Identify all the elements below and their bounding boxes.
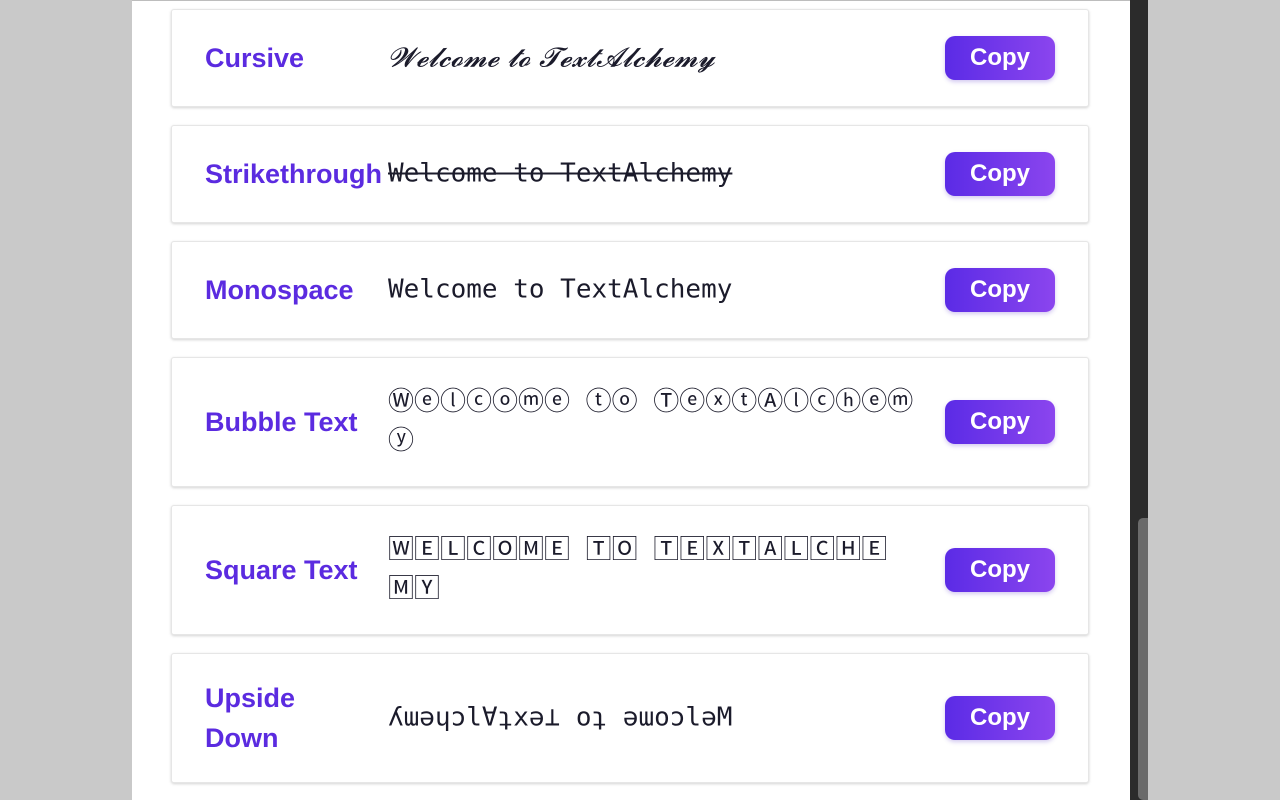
copy-button[interactable]: Copy xyxy=(945,36,1055,80)
style-name: Square Text xyxy=(205,555,358,585)
app-window: Cursive 𝓦𝓮𝓵𝓬𝓸𝓶𝓮 𝓽𝓸 𝓣𝓮𝔁𝓽𝓐𝓵𝓬𝓱𝓮𝓶𝔂 Copy Stri… xyxy=(132,0,1130,800)
style-sample: Ⓦⓔⓛⓒⓞⓜⓔ ⓣⓞ ⓉⓔⓧⓣⒶⓛⓒⓗⓔⓜⓨ xyxy=(388,387,914,456)
style-sample: Welcome to TextAlchemy xyxy=(388,158,733,189)
style-sample: 𝓦𝓮𝓵𝓬𝓸𝓶𝓮 𝓽𝓸 𝓣𝓮𝔁𝓽𝓐𝓵𝓬𝓱𝓮𝓶𝔂 xyxy=(388,42,715,74)
scrollbar-thumb[interactable] xyxy=(1138,518,1148,800)
copy-button[interactable]: Copy xyxy=(945,152,1055,196)
style-name: Monospace xyxy=(205,275,354,305)
copy-button[interactable]: Copy xyxy=(945,400,1055,444)
scrollbar[interactable] xyxy=(1130,0,1148,800)
style-card-strikethrough: Strikethrough Welcome to TextAlchemy Cop… xyxy=(171,125,1089,223)
style-card-upside-down: Upside Down ʎɯǝɥɔlⱯʇxǝ⊥ oʇ ǝɯoɔlǝM Copy xyxy=(171,653,1089,783)
style-sample: Welcome to TextAlchemy xyxy=(388,274,733,305)
style-card-monospace: Monospace Welcome to TextAlchemy Copy xyxy=(171,241,1089,339)
copy-button[interactable]: Copy xyxy=(945,696,1055,740)
style-name: Cursive xyxy=(205,43,305,73)
style-name: Bubble Text xyxy=(205,407,358,437)
style-card-bubble-text: Bubble Text Ⓦⓔⓛⓒⓞⓜⓔ ⓣⓞ ⓉⓔⓧⓣⒶⓛⓒⓗⓔⓜⓨ Copy xyxy=(171,357,1089,487)
copy-button[interactable]: Copy xyxy=(945,548,1055,592)
style-card-square-text: Square Text 🅆🄴🄻🄲🄾🄼🄴 🅃🄾 🅃🄴🅇🅃🄰🄻🄲🄷🄴🄼🅈 Copy xyxy=(171,505,1089,635)
style-sample: 🅆🄴🄻🄲🄾🄼🄴 🅃🄾 🅃🄴🅇🅃🄰🄻🄲🄷🄴🄼🅈 xyxy=(388,535,888,604)
style-name: Strikethrough xyxy=(205,159,383,189)
copy-button[interactable]: Copy xyxy=(945,268,1055,312)
style-name: Upside Down xyxy=(205,683,296,753)
style-card-cursive: Cursive 𝓦𝓮𝓵𝓬𝓸𝓶𝓮 𝓽𝓸 𝓣𝓮𝔁𝓽𝓐𝓵𝓬𝓱𝓮𝓶𝔂 Copy xyxy=(171,9,1089,107)
style-sample: ʎɯǝɥɔlⱯʇxǝ⊥ oʇ ǝɯoɔlǝM xyxy=(388,702,733,733)
